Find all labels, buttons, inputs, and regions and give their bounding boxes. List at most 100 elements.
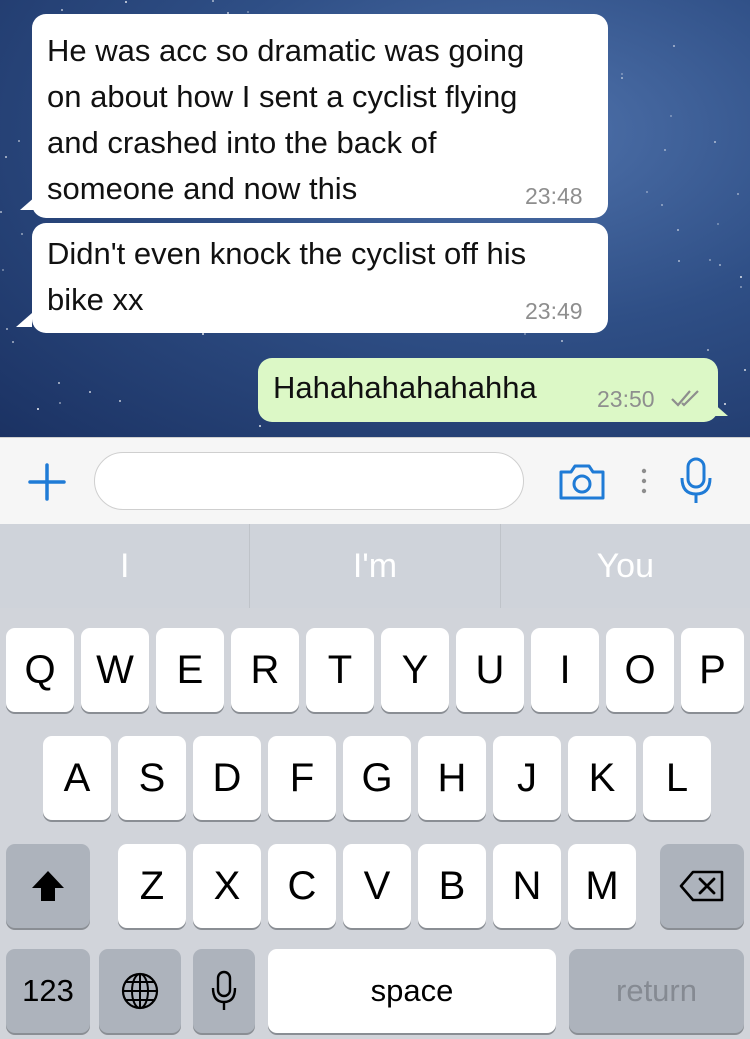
star <box>664 149 666 151</box>
camera-icon[interactable] <box>557 461 607 501</box>
key-y[interactable]: Y <box>381 628 449 712</box>
star <box>673 45 675 47</box>
key-z[interactable]: Z <box>118 844 186 928</box>
star <box>621 77 623 79</box>
numbers-key[interactable]: 123 <box>6 949 90 1033</box>
message-time: 23:50 <box>597 386 655 412</box>
message-time: 23:48 <box>525 183 583 209</box>
message-input-bar <box>0 437 750 524</box>
key-w[interactable]: W <box>81 628 149 712</box>
key-q[interactable]: Q <box>6 628 74 712</box>
suggestion[interactable]: You <box>501 524 750 608</box>
read-double-check-icon <box>671 390 699 407</box>
star <box>21 233 23 235</box>
star <box>37 408 39 410</box>
star <box>12 341 14 343</box>
key-d[interactable]: D <box>193 736 261 820</box>
star <box>744 369 746 371</box>
globe-key[interactable] <box>99 949 181 1033</box>
microphone-icon[interactable] <box>678 456 714 506</box>
key-s[interactable]: S <box>118 736 186 820</box>
suggestion[interactable]: I <box>0 524 251 608</box>
key-o[interactable]: O <box>606 628 674 712</box>
key-h[interactable]: H <box>418 736 486 820</box>
shift-key[interactable] <box>6 844 90 928</box>
chat-area[interactable]: He was acc so dramatic was going on abou… <box>0 0 750 437</box>
key-i[interactable]: I <box>531 628 599 712</box>
key-p[interactable]: P <box>681 628 744 712</box>
star <box>89 391 91 393</box>
star <box>259 425 261 427</box>
key-g[interactable]: G <box>343 736 411 820</box>
key-t[interactable]: T <box>306 628 374 712</box>
message-line: Didn't even knock the cyclist off his <box>47 236 527 271</box>
message-time: 23:49 <box>525 298 583 324</box>
plus-icon[interactable] <box>27 462 67 502</box>
key-l[interactable]: L <box>643 736 711 820</box>
suggestion[interactable]: I'm <box>250 524 501 608</box>
message-line: someone and now this <box>47 171 358 206</box>
star <box>561 340 563 342</box>
star <box>18 140 20 142</box>
star <box>58 382 60 384</box>
incoming-message[interactable]: He was acc so dramatic was going on abou… <box>32 14 608 218</box>
key-b[interactable]: B <box>418 844 486 928</box>
outgoing-message[interactable]: Hahahahahahahha 23:50 <box>258 358 718 422</box>
star <box>0 211 2 213</box>
star <box>677 229 679 231</box>
shift-icon <box>32 871 64 901</box>
star <box>714 141 716 143</box>
key-a[interactable]: A <box>43 736 111 820</box>
key-v[interactable]: V <box>343 844 411 928</box>
key-e[interactable]: E <box>156 628 224 712</box>
bubble-tail <box>16 313 32 327</box>
message-line: and crashed into the back of <box>47 125 437 160</box>
message-line: bike xx <box>47 282 144 317</box>
key-x[interactable]: X <box>193 844 261 928</box>
predictive-suggestions: I I'm You <box>0 524 750 608</box>
star <box>212 0 214 2</box>
star <box>719 264 721 266</box>
star <box>737 193 739 195</box>
star <box>61 9 63 11</box>
key-j[interactable]: J <box>493 736 561 820</box>
key-r[interactable]: R <box>231 628 299 712</box>
star <box>678 260 680 262</box>
star <box>646 191 648 193</box>
star <box>670 115 672 117</box>
key-c[interactable]: C <box>268 844 336 928</box>
globe-icon <box>121 972 159 1010</box>
star <box>5 156 7 158</box>
star <box>125 1 127 3</box>
return-key[interactable]: return <box>569 949 744 1033</box>
key-f[interactable]: F <box>268 736 336 820</box>
star <box>621 73 623 75</box>
star <box>661 204 663 206</box>
message-text-field[interactable] <box>94 452 524 510</box>
microphone-icon <box>211 970 237 1010</box>
message-line: He was acc so dramatic was going <box>47 33 525 68</box>
backspace-key[interactable] <box>660 844 744 928</box>
key-u[interactable]: U <box>456 628 524 712</box>
incoming-message[interactable]: Didn't even knock the cyclist off his bi… <box>32 223 608 333</box>
backspace-icon <box>679 870 724 902</box>
dictation-key[interactable] <box>193 949 255 1033</box>
star <box>709 259 711 261</box>
star <box>717 223 719 225</box>
star <box>6 328 8 330</box>
key-m[interactable]: M <box>568 844 636 928</box>
key-k[interactable]: K <box>568 736 636 820</box>
more-options-icon[interactable] <box>640 467 648 497</box>
message-line: on about how I sent a cyclist flying <box>47 79 518 114</box>
star <box>524 333 526 335</box>
star <box>247 11 249 13</box>
star <box>707 349 709 351</box>
star <box>2 269 4 271</box>
space-key[interactable]: space <box>268 949 556 1033</box>
keyboard: Q W E R T Y U I O P A S D F G H J K L Z … <box>0 608 750 1039</box>
star <box>202 333 204 335</box>
star <box>740 286 742 288</box>
key-n[interactable]: N <box>493 844 561 928</box>
star <box>740 276 742 278</box>
star <box>59 402 61 404</box>
